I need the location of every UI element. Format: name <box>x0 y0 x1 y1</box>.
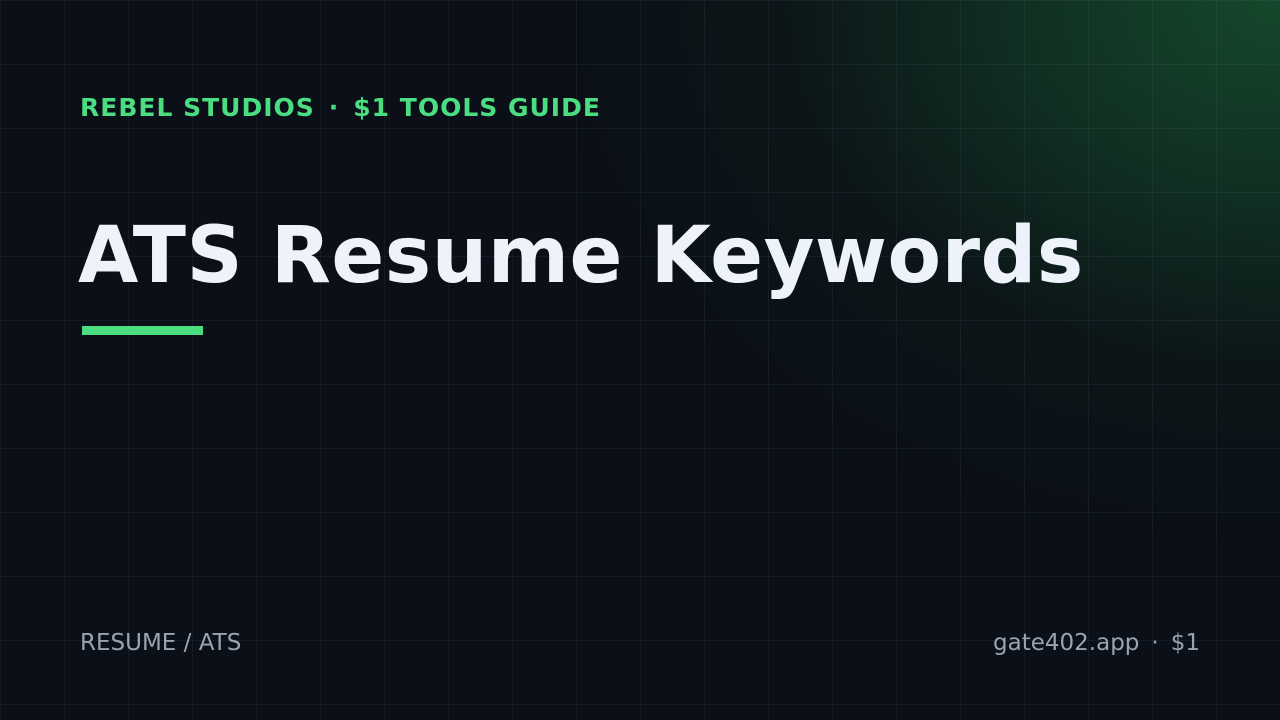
series-name: $1 TOOLS GUIDE <box>353 93 601 122</box>
page-title: ATS Resume Keywords <box>78 211 1084 301</box>
price-label: $1 <box>1170 630 1200 656</box>
brand-name: REBEL STUDIOS <box>80 93 315 122</box>
site-domain: gate402.app <box>993 630 1140 656</box>
category-label: RESUME / ATS <box>80 630 242 656</box>
header-eyebrow: REBEL STUDIOS · $1 TOOLS GUIDE <box>80 92 601 124</box>
title-underline <box>82 326 203 335</box>
footer-separator: · <box>1151 630 1159 656</box>
header-separator: · <box>328 93 340 122</box>
footer-site-price: gate402.app · $1 <box>993 628 1200 658</box>
